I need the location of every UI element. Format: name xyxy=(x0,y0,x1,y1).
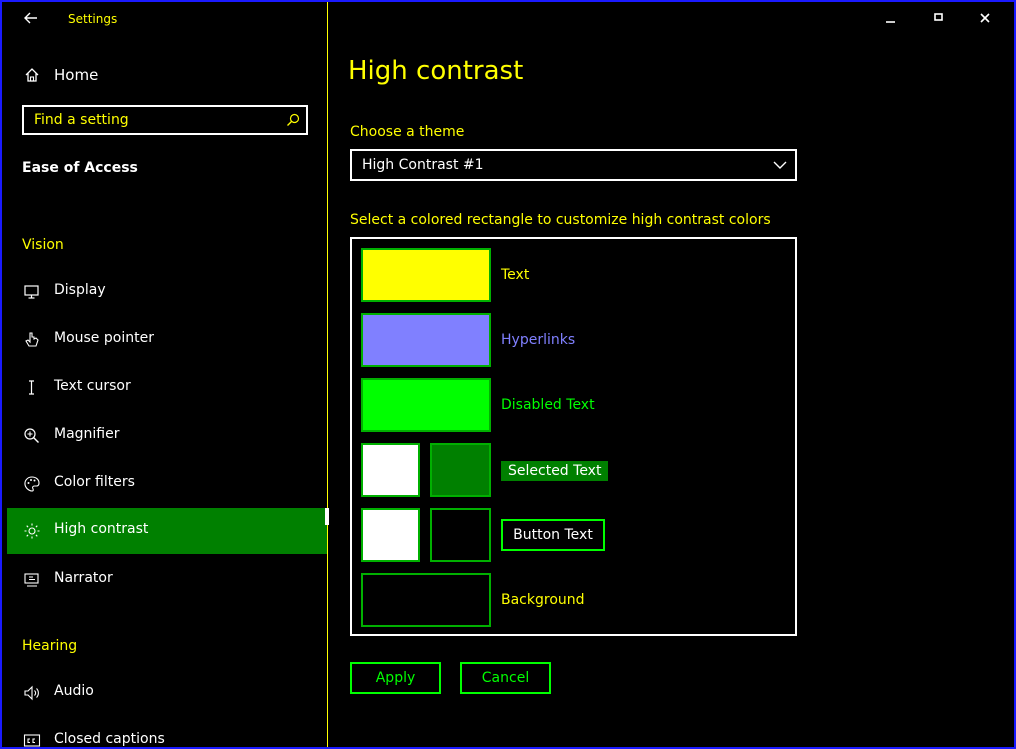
sidebar-item-color-filters[interactable]: Color filters xyxy=(7,461,327,507)
text-cursor-icon xyxy=(29,380,34,395)
button-text-foreground-swatch[interactable] xyxy=(361,508,420,562)
search-placeholder: Find a setting xyxy=(34,112,129,128)
sidebar: Home Find a setting Ease of Access Visio… xyxy=(2,36,329,747)
home-icon xyxy=(25,68,39,82)
sidebar-item-label: Mouse pointer xyxy=(54,330,154,346)
magnifier-icon xyxy=(24,428,39,443)
minimize-button[interactable] xyxy=(872,6,912,32)
settings-window: Settings Home Find a setting Ease of Acc… xyxy=(0,0,1016,749)
background-color-swatch[interactable] xyxy=(361,573,491,627)
display-icon xyxy=(24,285,39,299)
back-arrow-icon xyxy=(24,12,37,24)
sidebar-item-label: Closed captions xyxy=(54,731,165,747)
sidebar-item-text-cursor[interactable]: Text cursor xyxy=(7,365,327,411)
close-button[interactable] xyxy=(966,6,1006,32)
sidebar-item-label: Color filters xyxy=(54,474,135,490)
sidebar-item-label: Display xyxy=(54,282,106,298)
sidebar-item-high-contrast[interactable]: High contrast xyxy=(7,508,329,554)
sidebar-item-closed-captions[interactable]: Closed captions xyxy=(7,718,327,747)
sidebar-item-narrator[interactable]: Narrator xyxy=(7,557,327,603)
maximize-button[interactable] xyxy=(920,6,960,32)
sidebar-item-audio[interactable]: Audio xyxy=(7,670,327,716)
chevron-down-icon xyxy=(773,161,787,169)
sidebar-item-magnifier[interactable]: Magnifier xyxy=(7,413,327,459)
search-icon xyxy=(287,113,300,126)
page-title: High contrast xyxy=(348,56,524,86)
high-contrast-icon xyxy=(24,523,40,539)
apply-button[interactable]: Apply xyxy=(350,662,441,694)
text-color-swatch[interactable] xyxy=(361,248,491,302)
sidebar-item-label: Audio xyxy=(54,683,94,699)
theme-label: Choose a theme xyxy=(350,124,465,140)
button-text-label: Button Text xyxy=(501,519,605,551)
audio-icon xyxy=(24,685,39,701)
hyperlinks-color-swatch[interactable] xyxy=(361,313,491,367)
sidebar-item-display[interactable]: Display xyxy=(7,269,327,315)
title-bar: Settings xyxy=(2,2,1014,36)
button-text-background-swatch[interactable] xyxy=(430,508,491,562)
close-icon xyxy=(980,13,990,23)
window-title: Settings xyxy=(68,12,118,26)
mouse-pointer-icon xyxy=(25,332,39,347)
sidebar-item-label: Magnifier xyxy=(54,426,120,442)
disabled-text-color-label: Disabled Text xyxy=(501,397,595,413)
customize-colors-label: Select a colored rectangle to customize … xyxy=(350,212,771,228)
selected-text-label: Selected Text xyxy=(501,461,609,481)
section-title: Ease of Access xyxy=(22,160,138,176)
background-color-label: Background xyxy=(501,592,585,608)
theme-dropdown-value: High Contrast #1 xyxy=(362,157,484,173)
group-title-vision: Vision xyxy=(22,237,64,253)
back-button[interactable] xyxy=(14,6,48,32)
closed-captions-icon xyxy=(23,734,41,747)
minimize-icon xyxy=(886,21,895,23)
group-title-hearing: Hearing xyxy=(22,638,78,654)
cancel-button[interactable]: Cancel xyxy=(460,662,551,694)
disabled-text-color-swatch[interactable] xyxy=(361,378,491,432)
selected-text-background-swatch[interactable] xyxy=(430,443,491,497)
hyperlinks-color-label: Hyperlinks xyxy=(501,332,576,348)
sidebar-item-label: High contrast xyxy=(54,521,149,537)
main-content: High contrast Choose a theme High Contra… xyxy=(328,36,1014,747)
home-label: Home xyxy=(54,66,99,84)
sidebar-item-label: Text cursor xyxy=(54,378,131,394)
search-input[interactable]: Find a setting xyxy=(22,105,308,135)
narrator-icon xyxy=(24,573,39,587)
maximize-icon xyxy=(934,13,943,21)
sidebar-item-label: Narrator xyxy=(54,570,113,586)
color-panel: Text Hyperlinks Disabled Text Selected T… xyxy=(350,237,797,636)
text-color-label: Text xyxy=(501,267,530,283)
color-filters-icon xyxy=(24,476,40,492)
home-nav-item[interactable]: Home xyxy=(2,60,327,90)
sidebar-item-mouse-pointer[interactable]: Mouse pointer xyxy=(7,317,327,363)
theme-dropdown[interactable]: High Contrast #1 xyxy=(350,149,797,181)
selected-text-foreground-swatch[interactable] xyxy=(361,443,420,497)
